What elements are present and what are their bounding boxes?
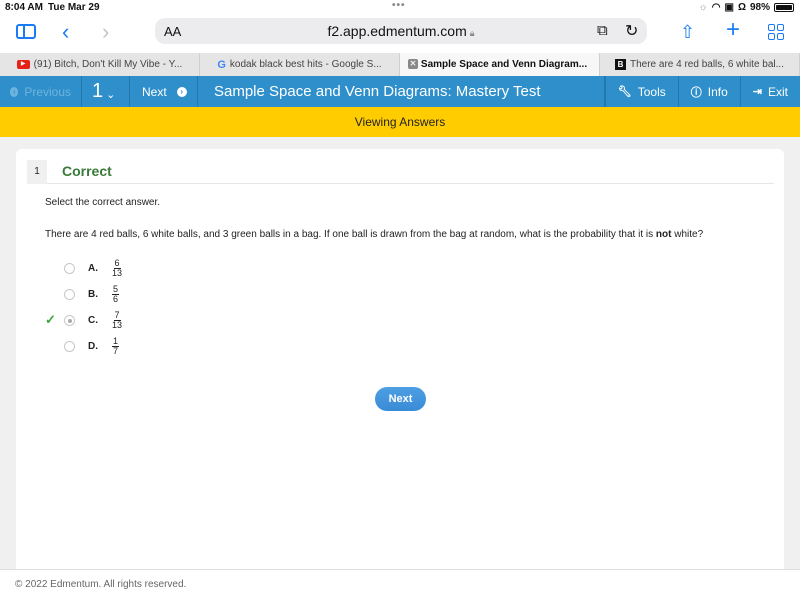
wifi-icon: ◠ xyxy=(711,2,721,13)
next-button[interactable]: Next xyxy=(375,387,426,411)
exit-label: Exit xyxy=(767,84,788,99)
test-title: Sample Space and Venn Diagrams: Mastery … xyxy=(198,76,605,107)
choice-letter: A. xyxy=(88,262,98,274)
numerator: 6 xyxy=(113,257,121,269)
choice-letter: C. xyxy=(88,314,98,326)
answer-choice-d[interactable]: D. 17 xyxy=(45,335,120,356)
instruction-text: Select the correct answer. xyxy=(45,197,161,208)
footer: © 2022 Edmentum. All rights reserved. xyxy=(0,569,800,600)
chevron-down-icon: ⌄ xyxy=(106,88,116,101)
url-text[interactable]: f2.app.edmentum.com 🔒︎ xyxy=(155,23,647,39)
tab-title: Sample Space and Venn Diagram... xyxy=(420,59,588,70)
back-icon[interactable]: ‹ xyxy=(62,21,69,43)
fraction: 56 xyxy=(112,283,120,304)
exit-button[interactable]: ⇥ Exit xyxy=(739,76,800,107)
denominator: 13 xyxy=(112,267,123,278)
question-text-part: white? xyxy=(671,229,704,240)
choice-letter: D. xyxy=(88,340,98,352)
numerator: 1 xyxy=(112,335,120,347)
wrench-icon: 🔧︎ xyxy=(617,86,632,98)
youtube-icon: ▶ xyxy=(16,60,30,69)
multitasking-dots-icon[interactable]: ••• xyxy=(392,0,406,11)
screen-mirror-icon: ▣ xyxy=(724,2,734,13)
question-emphasis: not xyxy=(655,229,672,240)
browser-tab[interactable]: B There are 4 red balls, 6 white bal... xyxy=(600,53,800,76)
brainly-icon: B xyxy=(615,59,626,70)
previous-button[interactable]: ‹ Previous xyxy=(0,76,82,107)
answer-choice-c[interactable]: ✓ C. 7 13 xyxy=(45,310,122,330)
close-tab-icon[interactable]: ✕ xyxy=(408,59,418,69)
question-number: 1 xyxy=(92,80,104,102)
share-icon[interactable]: ⇧ xyxy=(680,21,695,43)
copyright-text: © 2022 Edmentum. All rights reserved. xyxy=(15,579,187,590)
radio-button[interactable] xyxy=(64,340,75,352)
answer-choice-a[interactable]: A. 6 13 xyxy=(45,258,122,278)
choice-letter: B. xyxy=(88,288,98,300)
numerator: 7 xyxy=(113,309,121,321)
denominator: 6 xyxy=(113,293,119,304)
status-date: Tue Mar 29 xyxy=(48,2,100,13)
next-nav-button[interactable]: Next › xyxy=(130,76,198,107)
question-text-part: There are 4 red balls, 6 white balls, an… xyxy=(45,229,656,240)
previous-label: Previous xyxy=(24,84,71,99)
radio-button-selected[interactable] xyxy=(64,314,75,326)
fraction: 17 xyxy=(112,335,120,356)
question-selector[interactable]: 1 ⌄ xyxy=(82,76,130,107)
tab-title: There are 4 red balls, 6 white bal... xyxy=(630,59,784,70)
radio-button[interactable] xyxy=(64,262,75,274)
brightness-icon: ☼ xyxy=(698,2,708,13)
battery-percent: 98% xyxy=(749,2,770,13)
viewing-answers-banner: Viewing Answers xyxy=(0,107,800,137)
battery-icon xyxy=(774,3,794,12)
test-nav-bar: ‹ Previous 1 ⌄ Next › Sample Space and V… xyxy=(0,76,800,107)
tab-title: kodak black best hits - Google S... xyxy=(229,59,382,70)
next-label: Next xyxy=(142,84,167,99)
ios-status-bar: 8:04 AM Tue Mar 29 ••• ☼ ◠ ▣ Ω 98% xyxy=(0,0,800,16)
new-tab-icon[interactable]: + xyxy=(726,18,740,42)
tab-overview-icon[interactable] xyxy=(768,24,784,40)
tools-label: Tools xyxy=(637,84,666,99)
question-card xyxy=(16,149,784,574)
status-time: 8:04 AM xyxy=(5,2,43,13)
tools-button[interactable]: 🔧︎ Tools xyxy=(604,76,678,107)
arrow-right-circle-icon: › xyxy=(176,86,187,97)
browser-tab[interactable]: ▶ (91) Bitch, Don't Kill My Vibe - Y... xyxy=(0,53,200,76)
google-icon: G xyxy=(217,58,226,71)
info-icon: ⓘ xyxy=(690,86,702,99)
info-label: Info xyxy=(707,84,728,99)
browser-tab[interactable]: G kodak black best hits - Google S... xyxy=(200,53,400,76)
browser-tab-bar: ▶ (91) Bitch, Don't Kill My Vibe - Y... … xyxy=(0,53,800,76)
browser-tab-active[interactable]: ✕ e Sample Space and Venn Diagram... xyxy=(400,53,600,76)
arrow-left-circle-icon: ‹ xyxy=(10,86,19,97)
lock-icon: 🔒︎ xyxy=(469,28,475,38)
question-number-badge: 1 xyxy=(27,160,47,184)
tab-title: (91) Bitch, Don't Kill My Vibe - Y... xyxy=(33,59,183,70)
denominator: 13 xyxy=(112,319,123,330)
status-indicators: ☼ ◠ ▣ Ω 98% xyxy=(699,2,794,13)
sidebar-icon[interactable] xyxy=(16,24,36,39)
answer-status: Correct xyxy=(62,163,112,179)
answer-choice-b[interactable]: B. 56 xyxy=(45,283,120,304)
reload-icon[interactable]: ↻ xyxy=(625,21,638,41)
radio-button[interactable] xyxy=(64,288,75,300)
browser-toolbar: ‹ › AA f2.app.edmentum.com 🔒︎ ⧉ ↻ ⇧ + xyxy=(0,16,800,52)
address-bar[interactable]: AA f2.app.edmentum.com 🔒︎ ⧉ ↻ xyxy=(155,18,647,44)
sign-out-icon: ⇥ xyxy=(752,86,762,98)
url-value: f2.app.edmentum.com xyxy=(327,23,467,39)
forward-icon[interactable]: › xyxy=(102,21,109,43)
question-text: There are 4 red balls, 6 white balls, an… xyxy=(45,229,703,240)
question-header: 1 Correct xyxy=(27,160,774,184)
denominator: 7 xyxy=(113,345,119,356)
numerator: 5 xyxy=(112,283,120,295)
extension-icon[interactable]: ⧉ xyxy=(597,22,608,39)
fraction: 7 13 xyxy=(112,309,123,330)
headphones-icon: Ω xyxy=(737,2,746,13)
fraction: 6 13 xyxy=(112,257,123,278)
info-button[interactable]: ⓘ Info xyxy=(677,76,740,107)
correct-check-icon: ✓ xyxy=(45,312,56,327)
